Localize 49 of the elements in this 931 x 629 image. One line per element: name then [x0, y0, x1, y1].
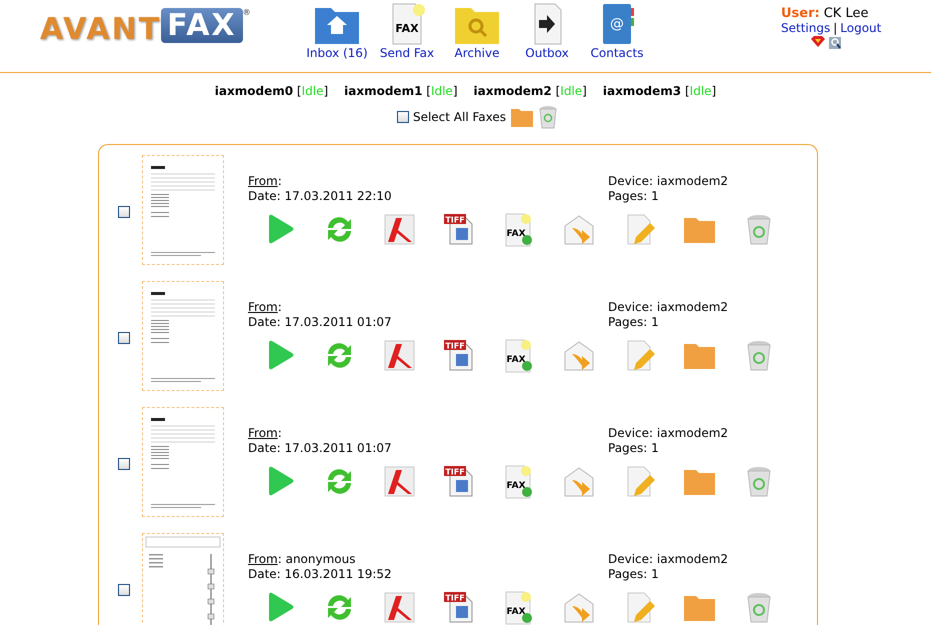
fax-date: Date: 17.03.2011 01:07 [248, 441, 393, 456]
user-label: User: [781, 6, 820, 21]
link-separator: | [833, 21, 838, 35]
fax-device: Device: iaxmodem2 [608, 552, 730, 567]
folder-icon[interactable] [510, 106, 534, 128]
modem-name: iaxmodem2 [474, 84, 552, 98]
modem-status: [Idle] [556, 84, 587, 98]
fax-date: Date: 17.03.2011 01:07 [248, 315, 393, 330]
trash-icon[interactable] [538, 105, 558, 129]
fax-from: From: [248, 174, 283, 189]
modem-name: iaxmodem3 [602, 84, 682, 98]
modem-name: iaxmodem1 [344, 84, 422, 98]
nav-link[interactable]: Inbox (16) [302, 0, 372, 60]
logout-link[interactable]: Logout [840, 21, 882, 35]
fax-checkbox[interactable] [118, 206, 130, 218]
select-all-checkbox[interactable] [396, 111, 409, 123]
nav-link[interactable]: Archive [442, 0, 512, 60]
fax-from: From: [248, 300, 283, 315]
search-icon[interactable] [828, 36, 842, 50]
fax-checkbox[interactable] [118, 458, 130, 470]
avantfax-logo: AVANT FAX ® [40, 8, 252, 47]
nav-link[interactable]: FAX Send Fax [372, 0, 442, 60]
nav-link[interactable]: @ Contacts [582, 0, 652, 60]
fax-from: From: [248, 426, 283, 441]
pdf-icon[interactable] [382, 338, 417, 373]
fax-device: Device: iaxmodem2 [608, 426, 730, 441]
fax-pages: Pages: 1 [608, 567, 660, 582]
fax-date: Date: 16.03.2011 19:52 [248, 567, 393, 582]
settings-link[interactable]: Settings [781, 21, 830, 35]
pdf-icon[interactable] [382, 464, 417, 499]
superhero-shield-icon[interactable] [811, 36, 825, 47]
fax-checkbox[interactable] [118, 332, 130, 344]
pdf-icon[interactable] [382, 212, 417, 247]
modem-status: [Idle] [684, 84, 716, 98]
select-all-label: Select All Faxes [412, 110, 506, 124]
fax-pages: Pages: 1 [608, 441, 660, 456]
modem-status: [Idle] [296, 84, 328, 98]
modem-status: [Idle] [426, 84, 458, 98]
fax-checkbox[interactable] [118, 584, 130, 596]
fax-pages: Pages: 1 [608, 315, 660, 330]
fax-device: Device: iaxmodem2 [608, 300, 730, 315]
nav-link[interactable]: Outbox [512, 0, 582, 60]
user-name: CK Lee [824, 6, 868, 21]
fax-from: From: anonymous [248, 552, 356, 567]
modem-name: iaxmodem0 [214, 84, 294, 98]
pdf-icon[interactable] [382, 590, 417, 625]
fax-device: Device: iaxmodem2 [608, 174, 730, 189]
fax-date: Date: 17.03.2011 22:10 [248, 189, 393, 204]
fax-pages: Pages: 1 [608, 189, 660, 204]
